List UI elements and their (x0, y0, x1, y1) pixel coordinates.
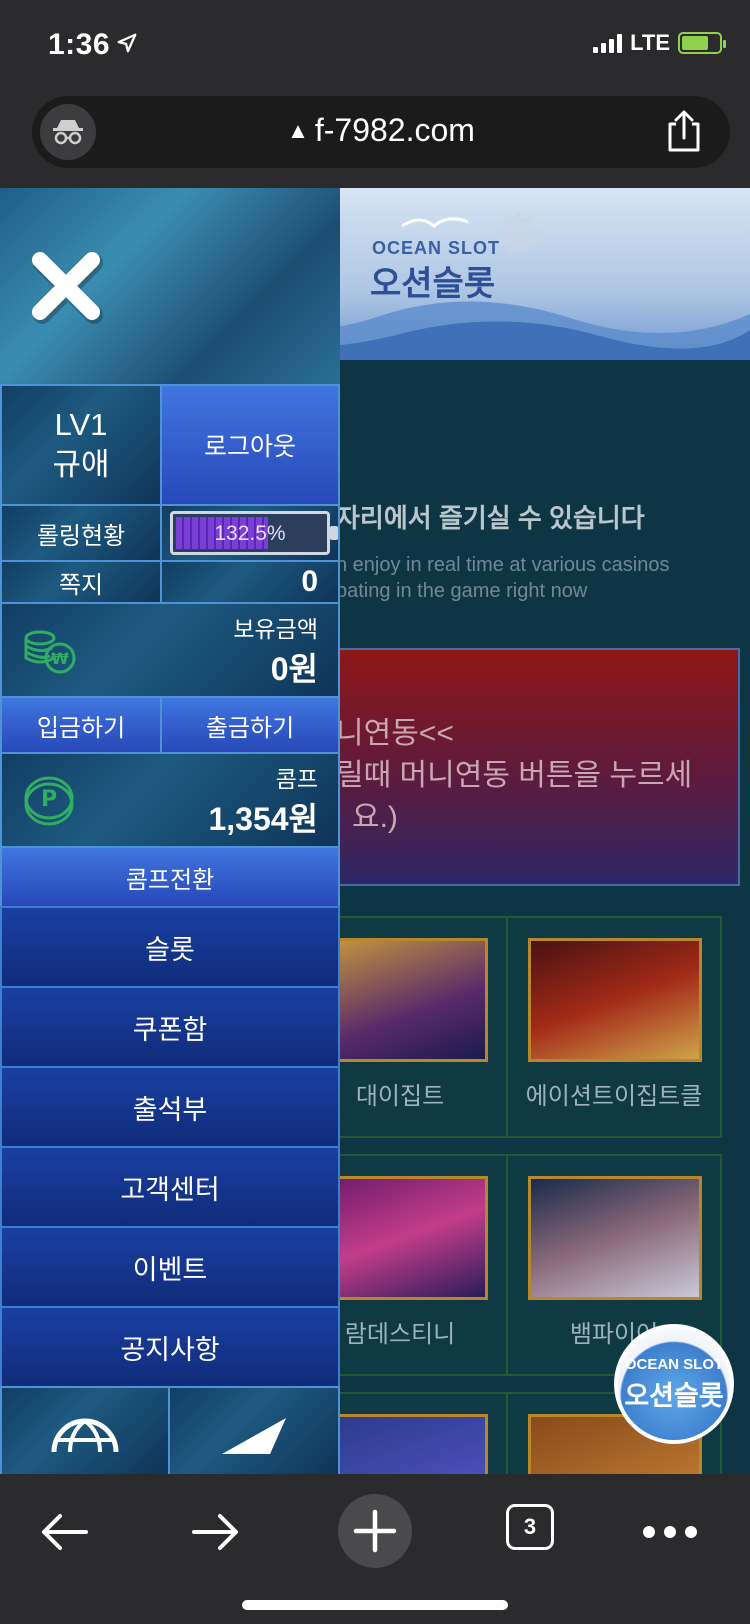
rolling-status-cell: 132.5% (160, 504, 340, 562)
money-link-banner[interactable]: 니연동<< 릴때 머니연동 버튼을 누르세 요.) (330, 648, 740, 886)
menu-item-coupons[interactable]: 쿠폰함 (0, 986, 340, 1068)
forward-button[interactable] (186, 1502, 246, 1562)
balance-box: ₩ 보유금액 0원 (0, 602, 340, 698)
comp-value: 1,354원 (208, 801, 318, 837)
game-card[interactable]: 에이션트이집트클 (506, 916, 722, 1138)
menu-item-slot[interactable]: 슬롯 (0, 906, 340, 988)
balance-label: 보유금액 (233, 616, 318, 642)
menu-item-support[interactable]: 고객센터 (0, 1146, 340, 1228)
location-arrow-icon (117, 33, 137, 53)
floating-logo-en: OCEAN SLOT (624, 1356, 724, 1373)
address-bar[interactable]: ▲ f-7982.com (32, 96, 730, 168)
home-indicator[interactable] (242, 1600, 508, 1610)
rolling-status-label: 롤링현황 (0, 504, 162, 562)
back-button[interactable] (34, 1502, 94, 1562)
user-level-box: LV1 규애 (0, 384, 162, 506)
status-indicators: LTE (593, 30, 726, 56)
back-arrow-icon (42, 1514, 88, 1550)
warning-icon: ▲ (287, 118, 309, 143)
seagull-icon (401, 217, 469, 228)
globe-button[interactable] (0, 1386, 170, 1474)
menu-item-events[interactable]: 이벤트 (0, 1226, 340, 1308)
url-value: f-7982.com (314, 112, 475, 148)
user-name: 규애 (52, 447, 110, 482)
message-label[interactable]: 쪽지 (0, 560, 162, 604)
point-coin-icon: P (24, 776, 74, 826)
tab-switcher-button[interactable]: 3 (506, 1504, 554, 1550)
menu-item-attendance[interactable]: 출석부 (0, 1066, 340, 1148)
network-type: LTE (630, 30, 670, 55)
close-icon[interactable] (28, 248, 104, 324)
logout-button[interactable]: 로그아웃 (160, 384, 340, 506)
comp-box: P 콤프 1,354원 (0, 752, 340, 848)
deposit-button[interactable]: 입금하기 (0, 696, 162, 754)
floating-logo-button[interactable]: OCEAN SLOT 오션슬롯 (614, 1324, 734, 1444)
paper-plane-icon (222, 1418, 286, 1454)
banner-line-1: 니연동<< (336, 717, 454, 750)
new-tab-button[interactable] (338, 1494, 412, 1568)
banner-line-3: 요.) (352, 801, 398, 834)
message-count[interactable]: 0 (160, 560, 340, 604)
comp-convert-button[interactable]: 콤프전환 (0, 846, 340, 908)
svg-text:₩: ₩ (51, 649, 69, 668)
more-menu-button[interactable] (640, 1502, 700, 1562)
user-level: LV1 (54, 407, 108, 442)
rolling-gauge: 132.5% (170, 511, 338, 555)
balance-value: 0원 (270, 651, 318, 687)
rolling-value: 132.5% (214, 522, 286, 545)
telegram-button[interactable] (168, 1386, 340, 1474)
globe-icon (51, 1418, 119, 1452)
game-thumbnail (528, 938, 702, 1062)
notice-subtext-2: pating in the game right now (336, 580, 588, 602)
withdraw-button[interactable]: 출금하기 (160, 696, 340, 754)
battery-charging-icon (678, 32, 726, 54)
side-menu: LV1 규애 로그아웃 롤링현황 132.5% 쪽지 0 ₩ 보유금액 0원 입… (0, 188, 340, 1474)
more-dots-icon (643, 1526, 697, 1538)
game-name: 에이션트이집트클 (525, 1083, 703, 1110)
banner-line-2: 릴때 머니연동 버튼을 누르세 (336, 759, 693, 792)
url-text[interactable]: ▲ f-7982.com (32, 112, 730, 149)
side-menu-header (0, 188, 340, 384)
plus-icon (353, 1509, 397, 1553)
notice-headline: 자리에서 즐기실 수 있습니다 (336, 503, 645, 533)
game-thumbnail (314, 1176, 488, 1300)
floating-logo-ko: 오션슬롯 (624, 1381, 724, 1411)
notice-subtext-1: n enjoy in real time at various casinos (336, 554, 670, 576)
forward-arrow-icon (192, 1514, 238, 1550)
status-bar: 1:36 LTE (0, 0, 750, 90)
comp-label: 콤프 (275, 766, 318, 792)
badge-icon (496, 210, 540, 255)
game-thumbnail (314, 1414, 488, 1474)
game-thumbnail (528, 1176, 702, 1300)
game-thumbnail (314, 938, 488, 1062)
signal-icon (593, 33, 623, 53)
share-icon[interactable] (666, 110, 702, 152)
menu-item-notices[interactable]: 공지사항 (0, 1306, 340, 1388)
coins-won-icon: ₩ (24, 630, 76, 674)
svg-text:P: P (41, 787, 57, 812)
status-time: 1:36 (48, 28, 111, 61)
